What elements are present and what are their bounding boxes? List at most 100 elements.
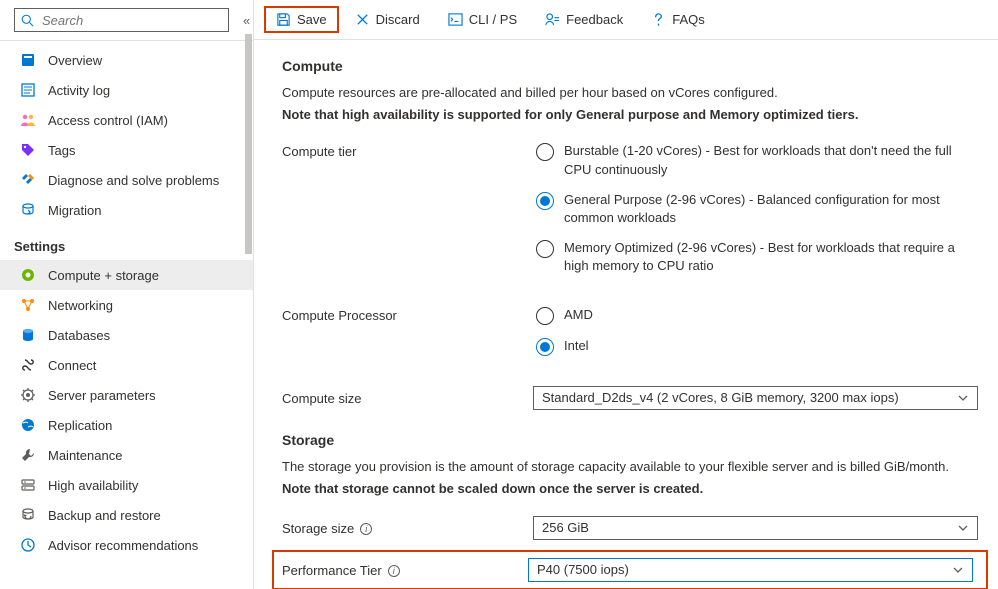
compute-size-select[interactable]: Standard_D2ds_v4 (2 vCores, 8 GiB memory… <box>533 386 978 410</box>
storage-size-label: Storage size i <box>282 519 533 536</box>
chevron-down-icon <box>957 522 969 534</box>
compute-tier-label: Compute tier <box>282 142 536 159</box>
info-icon[interactable]: i <box>360 523 372 535</box>
info-icon[interactable]: i <box>388 565 400 577</box>
compute-tier-option-0[interactable]: Burstable (1-20 vCores) - Best for workl… <box>536 142 978 178</box>
compute-storage-icon <box>20 267 36 283</box>
replication-icon <box>20 417 36 433</box>
compute-processor-option-0[interactable]: AMD <box>536 306 978 325</box>
storage-desc: The storage you provision is the amount … <box>282 458 978 476</box>
sidebar-item-label: Maintenance <box>48 448 122 463</box>
search-row: « <box>0 6 253 40</box>
save-button[interactable]: Save <box>264 6 339 33</box>
performance-tier-row: Performance Tier i P40 (7500 iops) <box>282 558 978 582</box>
compute-size-label: Compute size <box>282 389 533 406</box>
activity-log-icon <box>20 82 36 98</box>
sidebar-item-activity-log[interactable]: Activity log <box>0 75 253 105</box>
compute-heading: Compute <box>282 58 978 74</box>
compute-note: Note that high availability is supported… <box>282 106 978 124</box>
performance-tier-highlight: Performance Tier i P40 (7500 iops) <box>272 550 988 589</box>
performance-tier-select[interactable]: P40 (7500 iops) <box>528 558 973 582</box>
radio-button[interactable] <box>536 143 554 161</box>
sidebar-item-connect[interactable]: Connect <box>0 350 253 380</box>
sidebar-item-server-parameters[interactable]: Server parameters <box>0 380 253 410</box>
storage-heading: Storage <box>282 432 978 448</box>
compute-tier-option-1[interactable]: General Purpose (2-96 vCores) - Balanced… <box>536 191 978 227</box>
sidebar: « Overview Activity log Access control (IA… <box>0 0 254 589</box>
compute-processor-label: Compute Processor <box>282 306 536 323</box>
sidebar-item-label: Migration <box>48 203 101 218</box>
toolbar: Save Discard CLI / PS Feedback FAQs <box>254 0 998 40</box>
chevron-down-icon <box>957 392 969 404</box>
compute-processor-option-1[interactable]: Intel <box>536 337 978 356</box>
diagnose-icon <box>20 172 36 188</box>
radio-button[interactable] <box>536 240 554 258</box>
advisor-icon <box>20 537 36 553</box>
sidebar-item-migration[interactable]: Migration <box>0 195 253 225</box>
server-params-icon <box>20 387 36 403</box>
search-icon <box>21 14 34 27</box>
sidebar-item-compute-storage[interactable]: Compute + storage <box>0 260 253 290</box>
faqs-button[interactable]: FAQs <box>639 6 717 33</box>
high-availability-icon <box>20 477 36 493</box>
feedback-button[interactable]: Feedback <box>533 6 635 33</box>
sidebar-item-overview[interactable]: Overview <box>0 45 253 75</box>
sidebar-item-access-control-iam-[interactable]: Access control (IAM) <box>0 105 253 135</box>
radio-label: General Purpose (2-96 vCores) - Balanced… <box>564 191 978 227</box>
performance-tier-label: Performance Tier i <box>282 561 528 578</box>
radio-label: Burstable (1-20 vCores) - Best for workl… <box>564 142 978 178</box>
radio-button[interactable] <box>536 338 554 356</box>
sidebar-item-label: High availability <box>48 478 138 493</box>
sidebar-item-label: Compute + storage <box>48 268 159 283</box>
tags-icon <box>20 142 36 158</box>
sidebar-item-label: Networking <box>48 298 113 313</box>
sidebar-item-label: Activity log <box>48 83 110 98</box>
storage-note: Note that storage cannot be scaled down … <box>282 480 978 498</box>
sidebar-item-label: Advisor recommendations <box>48 538 198 553</box>
collapse-sidebar-button[interactable]: « <box>239 13 254 28</box>
sidebar-item-backup-and-restore[interactable]: Backup and restore <box>0 500 253 530</box>
storage-size-value: 256 GiB <box>542 520 589 535</box>
sidebar-item-networking[interactable]: Networking <box>0 290 253 320</box>
radio-label: AMD <box>564 306 593 324</box>
sidebar-item-tags[interactable]: Tags <box>0 135 253 165</box>
feedback-icon <box>545 12 560 27</box>
compute-tier-row: Compute tier Burstable (1-20 vCores) - B… <box>282 142 978 287</box>
sidebar-item-replication[interactable]: Replication <box>0 410 253 440</box>
sidebar-item-advisor-recommendations[interactable]: Advisor recommendations <box>0 530 253 560</box>
main-panel: Save Discard CLI / PS Feedback FAQs Comp… <box>254 0 998 589</box>
compute-tier-option-2[interactable]: Memory Optimized (2-96 vCores) - Best fo… <box>536 239 978 275</box>
sidebar-item-label: Tags <box>48 143 75 158</box>
discard-button[interactable]: Discard <box>343 6 432 33</box>
sidebar-item-high-availability[interactable]: High availability <box>0 470 253 500</box>
sidebar-item-label: Databases <box>48 328 110 343</box>
cli-icon <box>448 12 463 27</box>
search-input[interactable] <box>40 12 222 29</box>
radio-button[interactable] <box>536 307 554 325</box>
compute-desc: Compute resources are pre-allocated and … <box>282 84 978 102</box>
backup-restore-icon <box>20 507 36 523</box>
cli-button[interactable]: CLI / PS <box>436 6 529 33</box>
radio-label: Memory Optimized (2-96 vCores) - Best fo… <box>564 239 978 275</box>
radio-label: Intel <box>564 337 589 355</box>
storage-size-select[interactable]: 256 GiB <box>533 516 978 540</box>
sidebar-item-maintenance[interactable]: Maintenance <box>0 440 253 470</box>
compute-size-row: Compute size Standard_D2ds_v4 (2 vCores,… <box>282 386 978 410</box>
sidebar-item-diagnose-and-solve-problems[interactable]: Diagnose and solve problems <box>0 165 253 195</box>
search-box[interactable] <box>14 8 229 32</box>
connect-icon <box>20 357 36 373</box>
sidebar-scrollbar-thumb[interactable] <box>245 34 252 254</box>
sidebar-item-databases[interactable]: Databases <box>0 320 253 350</box>
sidebar-item-label: Diagnose and solve problems <box>48 173 219 188</box>
sidebar-scrollbar[interactable] <box>243 32 253 589</box>
feedback-label: Feedback <box>566 12 623 27</box>
sidebar-section-settings: Settings <box>0 225 253 260</box>
radio-button[interactable] <box>536 192 554 210</box>
save-label: Save <box>297 12 327 27</box>
sidebar-item-label: Backup and restore <box>48 508 161 523</box>
sidebar-item-label: Overview <box>48 53 102 68</box>
sidebar-item-label: Replication <box>48 418 112 433</box>
sidebar-item-label: Connect <box>48 358 96 373</box>
sidebar-item-label: Server parameters <box>48 388 156 403</box>
migration-icon <box>20 202 36 218</box>
